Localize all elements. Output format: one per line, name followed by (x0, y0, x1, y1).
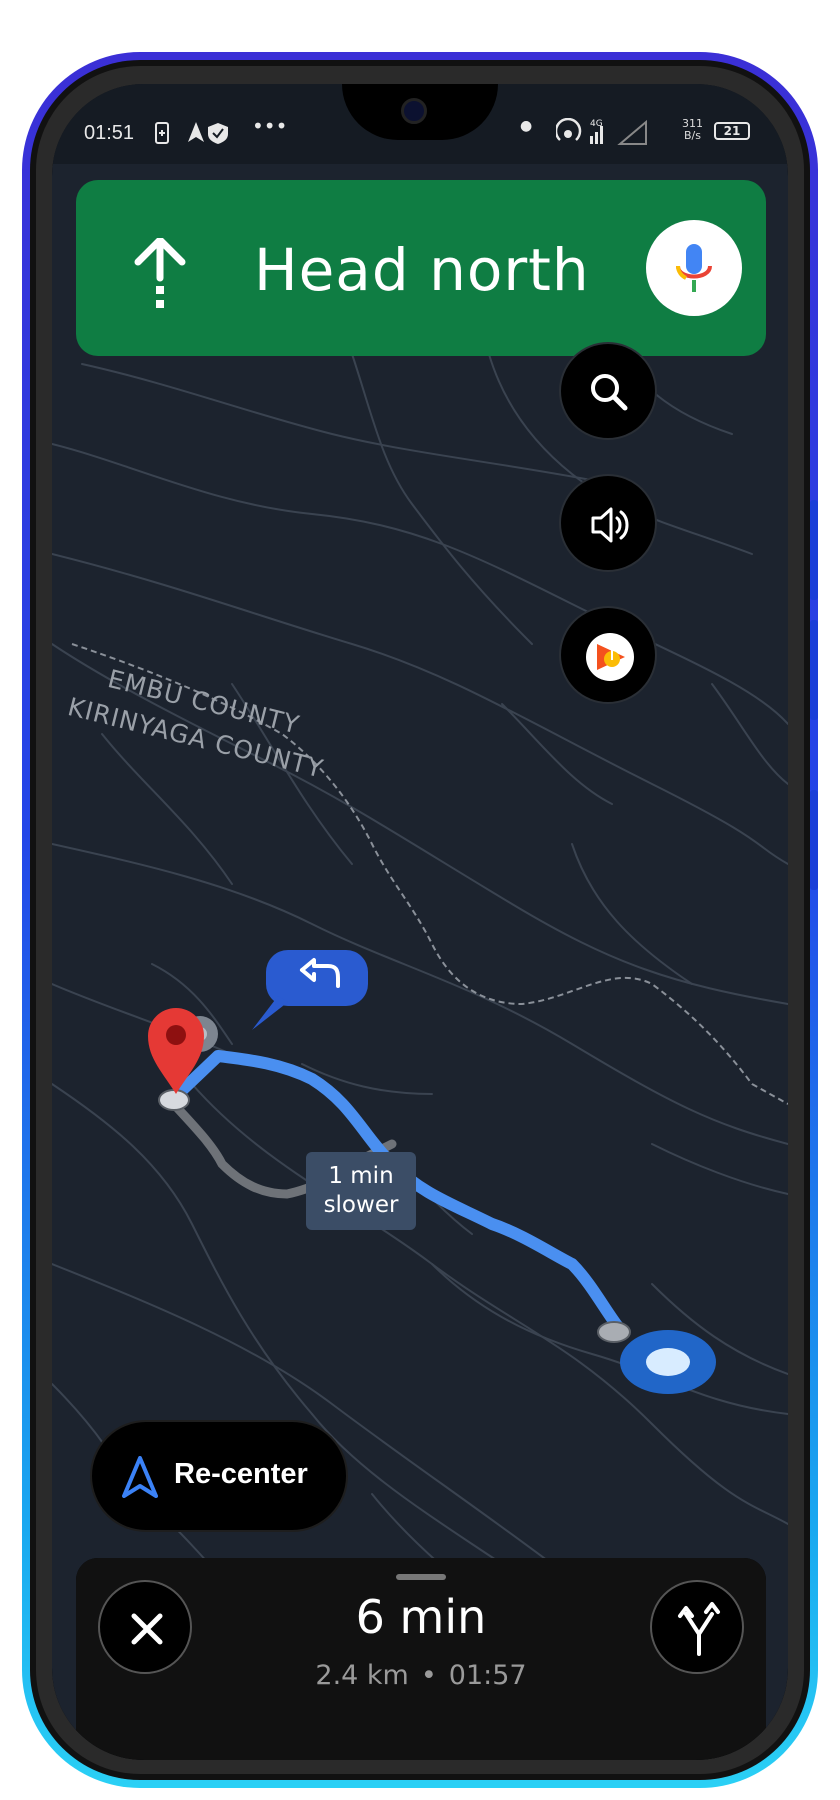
navigation-banner[interactable]: Head north (76, 180, 766, 356)
more-notifications-icon: ••• (252, 114, 288, 138)
search-button[interactable] (559, 342, 657, 440)
alt-route-label-line2: slower (323, 1192, 399, 1218)
network-type: 4G (590, 119, 603, 129)
status-right-icons: 4G (556, 118, 647, 145)
net-speed-unit: B/s (684, 129, 701, 142)
route-fork-icon (678, 1602, 720, 1656)
bubble-pointer (252, 996, 288, 1030)
volume-button-2 (810, 620, 818, 720)
trip-distance: 2.4 km (315, 1660, 409, 1691)
arrival-time: 01:57 (448, 1660, 527, 1691)
music-icon (586, 633, 634, 681)
recenter-button[interactable]: Re-center (90, 1420, 348, 1532)
microphone-icon (676, 244, 712, 292)
power-button (810, 790, 818, 890)
navigation-instruction: Head north (254, 236, 590, 304)
status-time: 01:51 (84, 122, 135, 144)
volume-button (810, 500, 818, 600)
voice-search-button[interactable] (646, 220, 742, 316)
recenter-label: Re-center (174, 1458, 308, 1490)
front-camera (401, 98, 427, 124)
navigation-arrow-icon (122, 1456, 158, 1498)
arrow-up-icon (134, 238, 186, 308)
trip-summary-body: 6 min 2.4 km • 01:57 (76, 1558, 766, 1760)
status-left-icons (155, 122, 228, 144)
music-button[interactable] (559, 606, 657, 704)
volume-icon (591, 507, 629, 543)
search-icon (591, 374, 628, 411)
dot-icon: ● (520, 118, 533, 134)
alternate-route-label[interactable]: 1 min slower (306, 1152, 416, 1230)
battery-indicator: 21 (714, 122, 750, 140)
drag-handle[interactable] (396, 1574, 446, 1580)
net-speed: 311 B/s (682, 118, 703, 142)
alternate-routes-button[interactable] (650, 1580, 744, 1674)
separator-dot: • (420, 1660, 437, 1691)
phone-screen: EMBU COUNTY KIRINYAGA COUNTY 1 min slowe… (52, 84, 788, 1760)
sound-button[interactable] (559, 474, 657, 572)
status-bar: 01:51 ••• ● 4G 311 B/s 21 (52, 84, 788, 164)
trip-summary-sheet[interactable]: 6 min 2.4 km • 01:57 (76, 1558, 766, 1760)
alt-route-label-line1: 1 min (328, 1163, 394, 1189)
